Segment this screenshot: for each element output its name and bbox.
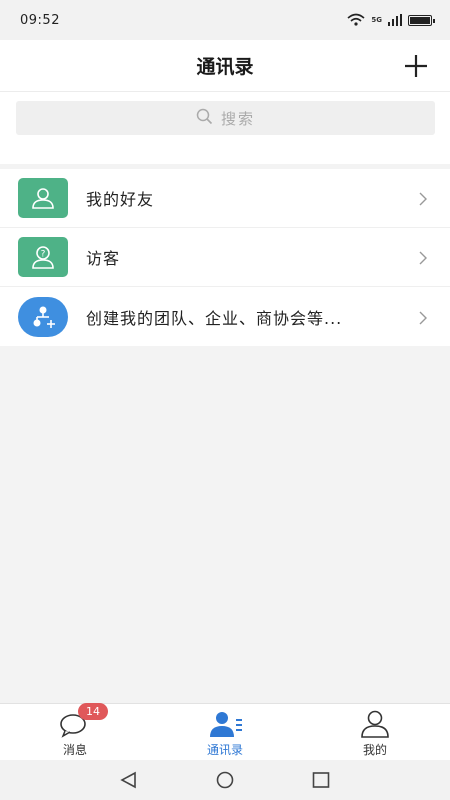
unread-badge: 14 [78,703,108,720]
recents-icon[interactable] [311,771,331,789]
bottom-tab-bar: 14 消息 通讯录 我的 [0,703,450,760]
list-item-create-team[interactable]: 创建我的团队、企业、商协会等... [0,287,450,346]
search-icon [196,108,213,129]
person-icon [18,178,68,218]
list-item-label: 我的好友 [86,190,155,209]
chevron-right-icon [419,310,428,324]
tab-messages[interactable]: 14 消息 [0,703,150,761]
tab-me[interactable]: 我的 [300,704,450,761]
contacts-icon [209,710,242,738]
system-navigation-bar [0,760,450,800]
svg-text:?: ? [41,250,46,260]
list-item-visitors[interactable]: ? 访客 [0,228,450,287]
plus-icon [405,55,427,77]
tab-contacts[interactable]: 通讯录 [150,704,300,761]
home-icon[interactable] [215,771,235,789]
search-input[interactable]: 搜索 [16,101,435,135]
tab-label: 通讯录 [206,743,243,757]
header: 通讯录 [0,40,450,92]
search-area: 搜索 [0,92,450,164]
visitor-icon: ? [18,237,68,277]
add-button[interactable] [402,52,430,80]
page-title: 通讯录 [196,56,254,78]
list-item-label: 访客 [86,249,121,268]
profile-icon [359,710,391,738]
battery-icon [408,14,435,26]
contacts-menu-list: 我的好友 ? 访客 创建我的团队、企业、商协会等... [0,169,450,346]
chevron-right-icon [419,250,428,265]
list-item-my-friends[interactable]: 我的好友 [0,169,450,228]
network-type-label: 5G [371,16,382,24]
chevron-right-icon [419,191,428,206]
search-placeholder: 搜索 [220,109,255,128]
org-add-icon [18,296,68,337]
tab-label: 消息 [62,743,87,757]
wifi-icon [347,11,365,30]
status-time: 09:52 [20,12,60,28]
status-icons: 5G [347,11,435,30]
signal-icon [388,11,402,30]
tab-label: 我的 [362,743,387,757]
back-icon[interactable] [119,771,139,789]
status-bar: 09:52 5G [0,0,450,40]
list-item-label: 创建我的团队、企业、商协会等... [86,308,343,328]
